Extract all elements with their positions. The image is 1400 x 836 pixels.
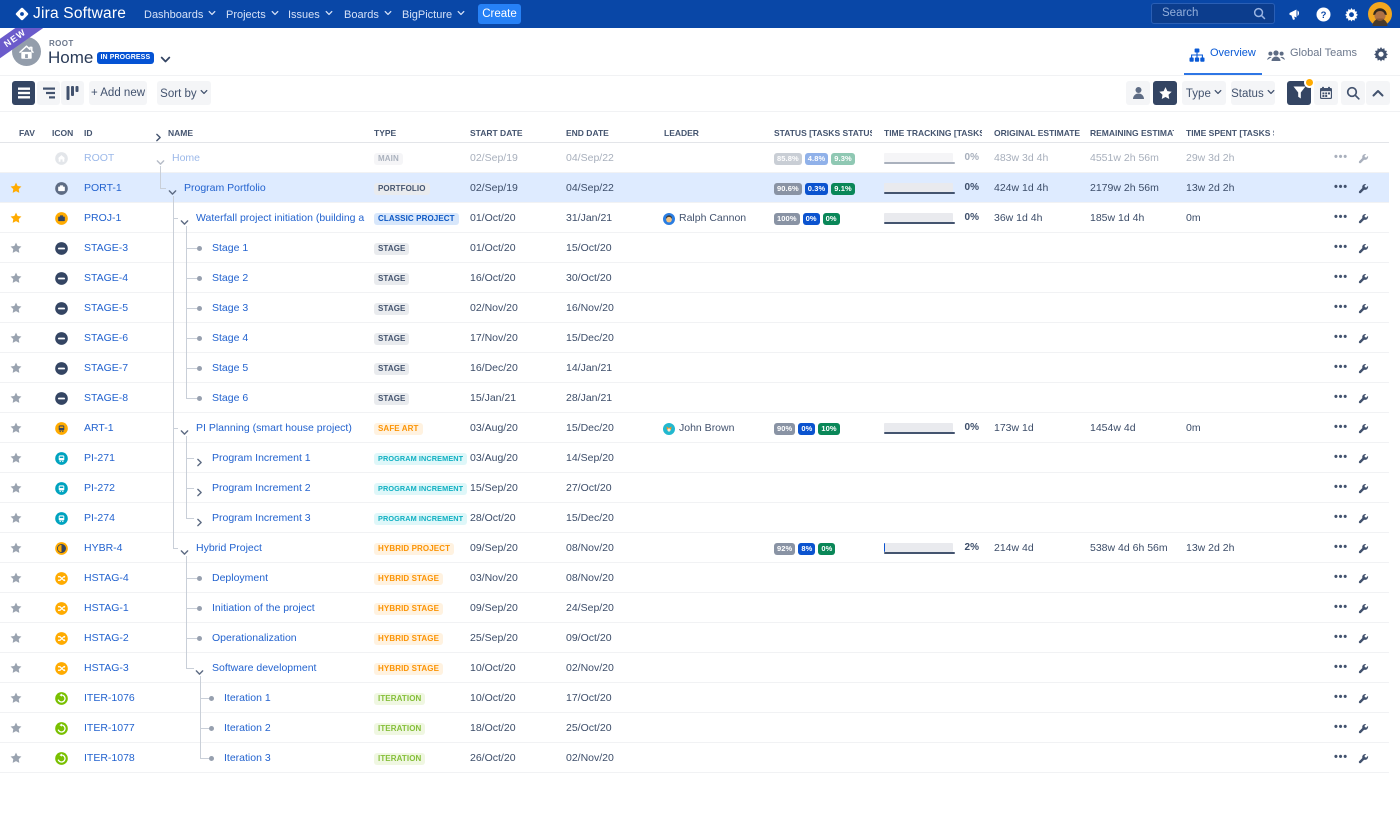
svg-text:?: ? — [1321, 10, 1327, 21]
